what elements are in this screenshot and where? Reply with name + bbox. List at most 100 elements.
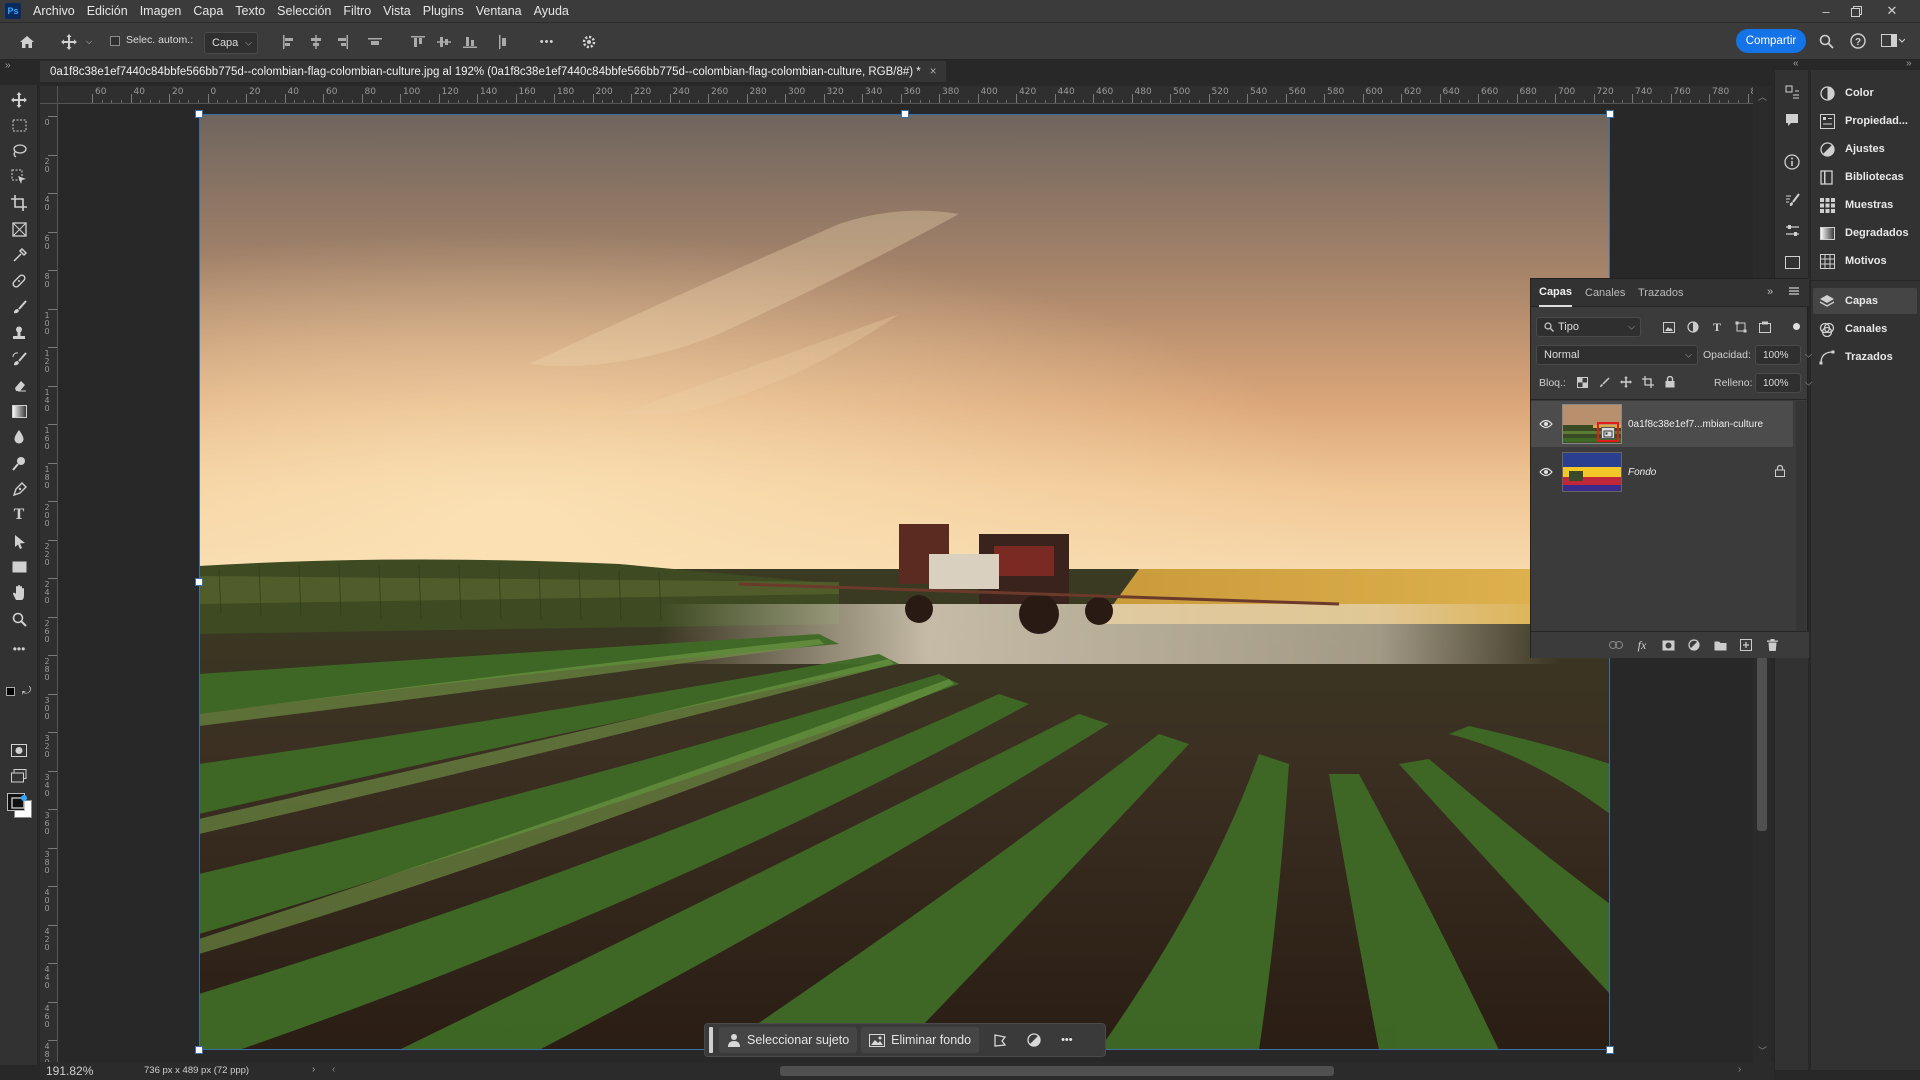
layer-filter-dropdown[interactable]: Tipo ⌵ <box>1536 317 1641 337</box>
menu-edicion[interactable]: Edición <box>81 4 134 18</box>
help-icon[interactable]: ? <box>1848 31 1868 51</box>
actions-panel-icon[interactable] <box>1782 252 1802 272</box>
object-selection-tool-icon[interactable] <box>8 166 30 188</box>
default-colors-icon[interactable] <box>6 687 15 696</box>
layer-thumbnail[interactable] <box>1562 404 1622 444</box>
panel-expand-icon[interactable]: » <box>1767 286 1773 298</box>
edit-toolbar-icon[interactable]: ••• <box>8 638 30 660</box>
healing-brush-tool-icon[interactable] <box>8 270 30 292</box>
dock-item-properties[interactable]: Propiedad... <box>1819 108 1908 134</box>
horizontal-ruler[interactable]: 60 40 20 0 20 40 60 80 100 120 140 160 180 200 220 240 2… <box>58 86 1753 104</box>
fx-icon[interactable]: fx <box>1633 637 1651 653</box>
lock-pixels-icon[interactable] <box>1597 375 1611 389</box>
dock-item-libraries[interactable]: Bibliotecas <box>1819 164 1904 190</box>
history-panel-icon[interactable] <box>1782 82 1802 102</box>
toolbar-collapse-icon[interactable]: » <box>5 60 11 71</box>
align-left-icon[interactable] <box>281 33 297 51</box>
eyedropper-tool-icon[interactable] <box>8 244 30 266</box>
dock-item-color[interactable]: Color <box>1819 80 1874 106</box>
context-bar-grip-icon[interactable] <box>709 1027 713 1053</box>
ruler-origin[interactable] <box>40 86 58 104</box>
filter-smart-object-icon[interactable] <box>1757 319 1773 335</box>
restore-icon[interactable] <box>1842 0 1870 22</box>
clone-stamp-tool-icon[interactable] <box>8 322 30 344</box>
transform-handle-bottom-left[interactable] <box>195 1046 203 1054</box>
link-layers-icon[interactable] <box>1607 637 1625 653</box>
hand-tool-icon[interactable] <box>8 582 30 604</box>
filter-toggle-icon[interactable] <box>1793 323 1800 330</box>
workspace-icon[interactable] <box>1878 31 1908 51</box>
transform-handle-left[interactable] <box>195 578 203 586</box>
scroll-down-icon[interactable]: ﹀ <box>1758 1044 1767 1057</box>
layers-scrollbar[interactable] <box>1796 401 1806 631</box>
document-info[interactable]: 736 px x 489 px (72 ppp) <box>144 1065 249 1076</box>
layer-row-selected[interactable]: 0a1f8c38e1ef7...mbian-culture <box>1531 401 1793 447</box>
brush-settings-icon[interactable] <box>1782 190 1802 210</box>
scroll-left-icon[interactable]: ‹ <box>332 1064 335 1075</box>
menu-texto[interactable]: Texto <box>229 4 271 18</box>
zoom-level[interactable]: 191.82% <box>46 1064 93 1078</box>
eye-icon[interactable] <box>1531 467 1561 477</box>
new-adjustment-layer-icon[interactable] <box>1685 637 1703 653</box>
document-tab[interactable]: 0a1f8c38e1ef7440c84bbfe566bb775d--colomb… <box>40 61 947 83</box>
gear-icon[interactable] <box>578 31 600 53</box>
blur-tool-icon[interactable] <box>8 426 30 448</box>
dock-item-gradients[interactable]: Degradados <box>1819 220 1909 246</box>
dock-item-paths[interactable]: Trazados <box>1819 344 1893 370</box>
dock-item-channels[interactable]: Canales <box>1819 316 1887 342</box>
generative-fill-icon[interactable] <box>8 792 30 814</box>
eye-icon[interactable] <box>1531 419 1561 429</box>
tab-paths[interactable]: Trazados <box>1638 279 1683 307</box>
filter-type-icon[interactable]: T <box>1709 319 1725 335</box>
fill-input[interactable]: 100% ⌵ <box>1755 373 1812 393</box>
tab-layers[interactable]: Capas <box>1539 279 1573 307</box>
home-icon[interactable] <box>16 31 38 53</box>
info-panel-icon[interactable] <box>1782 152 1802 172</box>
menu-vista[interactable]: Vista <box>377 4 417 18</box>
menu-plugins[interactable]: Plugins <box>417 4 470 18</box>
transform-icon[interactable] <box>985 1027 1015 1053</box>
type-tool-icon[interactable]: T <box>8 504 30 526</box>
horizontal-scroll-thumb[interactable] <box>780 1066 1334 1076</box>
auto-select-checkbox[interactable] <box>110 36 120 46</box>
menu-capa[interactable]: Capa <box>187 4 229 18</box>
history-brush-tool-icon[interactable] <box>8 348 30 370</box>
panel-menu-icon[interactable] <box>1788 285 1800 300</box>
layer-name[interactable]: Fondo <box>1628 467 1656 478</box>
filter-shape-icon[interactable] <box>1733 319 1749 335</box>
lock-artboard-icon[interactable] <box>1641 375 1655 389</box>
tab-channels[interactable]: Canales <box>1585 279 1625 307</box>
panel-collapse-2-icon[interactable]: » <box>1906 58 1912 69</box>
lasso-tool-icon[interactable] <box>8 140 30 162</box>
document-image[interactable] <box>199 114 1610 1050</box>
distribute-h-icon[interactable] <box>367 33 383 51</box>
move-tool-icon[interactable] <box>8 89 30 111</box>
layer-name[interactable]: 0a1f8c38e1ef7...mbian-culture <box>1628 419 1763 430</box>
distribute-v-icon[interactable] <box>495 33 511 51</box>
move-tool-icon[interactable] <box>58 31 80 53</box>
align-center-h-icon[interactable] <box>308 33 324 51</box>
lock-position-icon[interactable] <box>1619 375 1633 389</box>
dock-item-layers[interactable]: Capas <box>1813 288 1917 314</box>
minimize-icon[interactable]: – <box>1812 0 1840 22</box>
transform-handle-top[interactable] <box>901 110 909 118</box>
dodge-tool-icon[interactable] <box>8 452 30 474</box>
screen-mode-icon[interactable] <box>8 765 30 787</box>
dock-item-swatches[interactable]: Muestras <box>1819 192 1893 218</box>
close-tab-icon[interactable]: × <box>930 66 937 78</box>
layer-row[interactable]: Fondo <box>1531 449 1793 495</box>
menu-filtro[interactable]: Filtro <box>337 4 377 18</box>
lock-all-icon[interactable] <box>1663 375 1677 389</box>
transform-handle-top-left[interactable] <box>195 110 203 118</box>
share-button[interactable]: Compartir <box>1736 29 1806 53</box>
pen-tool-icon[interactable] <box>8 478 30 500</box>
gradient-tool-icon[interactable] <box>8 400 30 422</box>
scroll-right-icon[interactable]: › <box>1738 1064 1741 1075</box>
menu-seleccion[interactable]: Selección <box>271 4 337 18</box>
new-layer-icon[interactable] <box>1737 637 1755 653</box>
comments-panel-icon[interactable] <box>1782 110 1802 130</box>
opacity-input[interactable]: 100% ⌵ <box>1755 345 1812 365</box>
eraser-tool-icon[interactable] <box>8 374 30 396</box>
path-selection-tool-icon[interactable] <box>8 530 30 552</box>
tool-presets-icon[interactable] <box>1782 220 1802 240</box>
